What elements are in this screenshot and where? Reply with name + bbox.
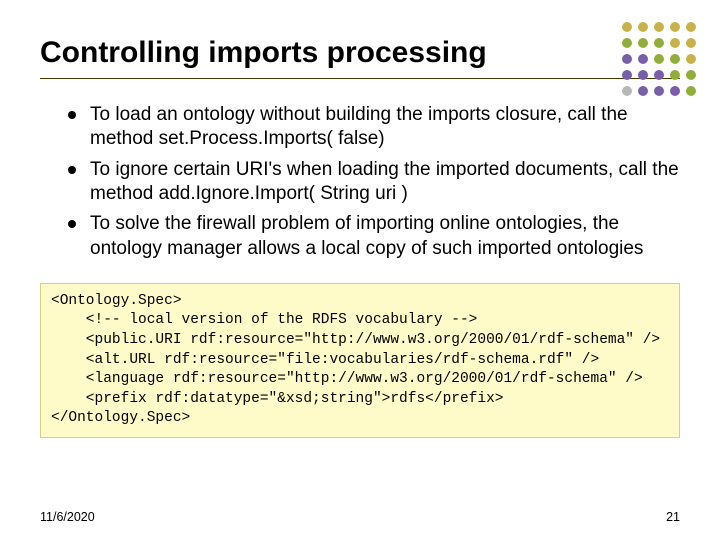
decor-dot [622,38,632,48]
decor-dot [654,86,664,96]
decor-dot [638,70,648,80]
code-line: <language rdf:resource="http://www.w3.or… [51,371,643,387]
code-line: </Ontology.Spec> [51,410,190,426]
decor-dot [622,70,632,80]
decor-dot [670,86,680,96]
decor-dot [686,38,696,48]
decor-dot [622,54,632,64]
decor-dot [670,54,680,64]
decor-dot [638,38,648,48]
decor-dot [686,70,696,80]
decor-dot [670,22,680,32]
slide-footer: 11/6/2020 21 [40,510,680,524]
decor-dot [686,86,696,96]
decor-dot [638,86,648,96]
slide-title: Controlling imports processing [40,36,680,70]
decor-dot [670,70,680,80]
footer-date: 11/6/2020 [40,510,95,524]
bullet-item: To solve the firewall problem of importi… [68,212,680,261]
corner-dot-grid [622,22,698,98]
bullet-list: To load an ontology without building the… [40,103,680,261]
code-line: <public.URI rdf:resource="http://www.w3.… [51,332,660,348]
decor-dot [654,70,664,80]
code-block: <Ontology.Spec> <!-- local version of th… [40,283,680,438]
decor-dot [654,38,664,48]
decor-dot [654,22,664,32]
decor-dot [686,22,696,32]
bullet-item: To load an ontology without building the… [68,103,680,152]
decor-dot [638,54,648,64]
decor-dot [622,86,632,96]
decor-dot [638,22,648,32]
decor-dot [622,22,632,32]
decor-dot [654,54,664,64]
decor-dot [686,54,696,64]
slide: Controlling imports processing To load a… [0,0,720,540]
title-rule [40,78,680,79]
decor-dot [670,38,680,48]
code-line: <Ontology.Spec> [51,293,182,309]
footer-page-number: 21 [666,510,680,524]
code-line: <!-- local version of the RDFS vocabular… [51,312,477,328]
code-line: <alt.URL rdf:resource="file:vocabularies… [51,352,599,368]
code-line: <prefix rdf:datatype="&xsd;string">rdfs<… [51,391,503,407]
bullet-item: To ignore certain URI's when loading the… [68,158,680,207]
